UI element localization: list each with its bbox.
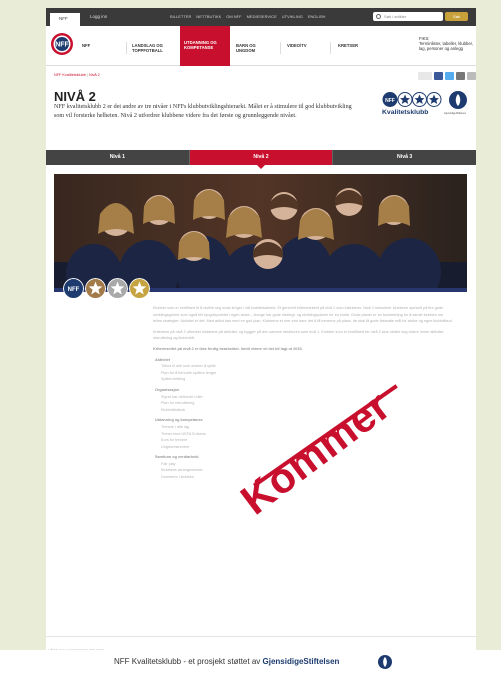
nav-item-kretser[interactable]: KRETSER [338, 43, 358, 48]
nav-divider [280, 42, 281, 54]
list-item: Plan for rekruttering [161, 401, 195, 406]
hero-photo [54, 174, 467, 290]
utility-link[interactable]: UTVIKLING [282, 14, 303, 19]
page-title: NIVÅ 2 [54, 89, 96, 104]
breadcrumb: NFF Kvalitetsklubb | Nivå 2 [54, 73, 100, 77]
nff-badge-icon: NFF [63, 278, 84, 299]
footer-text: NFF Kvalitetsklubb - et prosjekt støttet… [114, 657, 339, 666]
search-placeholder: Søk i artikler [384, 14, 407, 19]
nav-item-nff[interactable]: NFF [82, 43, 90, 48]
main-navigation: NFF NFF LANDSLAG OG TOPPFOTBALL UTDANNIN… [46, 26, 476, 66]
criteria-section: Aktivitet Tilbud til alle som ønsker å s… [155, 357, 453, 383]
page-container: NFF Logg inn BILLETTER NETTBUTIKK OM NFF… [46, 8, 477, 665]
section-title: Utdanning og kompetanse [155, 418, 203, 423]
breadcrumb-item[interactable]: NFF Kvalitetsklubb [54, 73, 86, 77]
footer-sponsor[interactable]: GjensidigeStiftelsen [263, 657, 340, 666]
nav-item-video[interactable]: VIDEO/TV [287, 43, 307, 48]
home-tab[interactable]: NFF [50, 13, 80, 26]
criteria-section: Organisasjon Styret har definerte roller… [155, 387, 453, 413]
utility-link[interactable]: NETTBUTIKK [196, 14, 221, 19]
breadcrumb-item: Nivå 2 [88, 73, 100, 77]
utility-link[interactable]: OM NFF [226, 14, 241, 19]
page-intro: NFF kvalitetsklubb 2 er det andre av tre… [54, 104, 352, 119]
twitter-icon[interactable] [445, 72, 454, 80]
nav-divider [330, 42, 331, 54]
list-item: Plan for å beholde spillere lenger [161, 370, 217, 375]
share-icons [418, 72, 476, 80]
nav-item-barn[interactable]: BARN OG UNGDOM [236, 43, 272, 53]
star-badge-icon [85, 278, 106, 299]
utility-link[interactable]: MEDIESERVICE [247, 14, 277, 19]
list-item: Spillerutvikling [161, 377, 186, 382]
star-badge-icon [107, 278, 128, 299]
home-tab-label: NFF [59, 16, 68, 21]
star-badge-icon [129, 278, 150, 299]
nav-item-utdanning[interactable]: UTDANNING OG KOMPETANSE [180, 26, 230, 66]
footer: NFF Kvalitetsklubb - et prosjekt støttet… [0, 650, 501, 673]
utility-link[interactable]: ENGLISH [308, 14, 326, 19]
kvalitetsklubb-stars-icon: NFF [382, 92, 442, 107]
tab-niva-1[interactable]: Nivå 1 [46, 150, 189, 165]
list-item: Styret har definerte roller [161, 394, 203, 399]
section-title: Organisasjon [155, 387, 180, 392]
svg-text:NFF: NFF [385, 98, 395, 104]
print-icon[interactable] [418, 72, 432, 80]
nav-item-landslag[interactable]: LANDSLAG OG TOPPFOTBALL [132, 43, 176, 53]
email-icon[interactable] [456, 72, 465, 80]
list-item: Klubbhåndbok [161, 407, 186, 412]
criteria-heading: Kriteriesettet på nivå 2 er ikke ferdig … [153, 346, 303, 351]
fiks-text: Terminlister, tabeller, klubber, lag, pe… [419, 41, 473, 51]
partners-divider [46, 636, 476, 637]
list-item: Tilbud til alle som ønsker å spille [161, 364, 216, 369]
facebook-icon[interactable] [434, 72, 443, 80]
login-link[interactable]: Logg inn [90, 14, 107, 19]
star-badges: NFF [63, 278, 150, 299]
content-paragraph: Kriteriene på nivå 2 utfordrer klubbene … [153, 329, 445, 341]
svg-text:NFF: NFF [68, 287, 80, 293]
gjensidige-logo-icon [378, 655, 392, 669]
utility-links: BILLETTER NETTBUTIKK OM NFF MEDIESERVICE… [170, 14, 325, 19]
nav-divider [126, 42, 127, 54]
sponsor-text: GjensidigeStiftelsen [444, 112, 467, 115]
content-paragraph: Klubber som er sertifisert til å utvikle… [153, 306, 453, 324]
search-icon [376, 14, 381, 19]
kvalitetsklubb-label: Kvalitetsklubb [382, 109, 429, 116]
search-button[interactable]: Søk [445, 12, 468, 21]
tab-niva-2[interactable]: Nivå 2 [188, 150, 333, 169]
nff-logo[interactable]: NFF [50, 32, 74, 56]
fiks-link[interactable]: FIKS: Terminlister, tabeller, klubber, l… [419, 36, 474, 51]
gjensidige-logo-icon [449, 91, 467, 109]
search-input[interactable]: Søk i artikler [373, 12, 443, 21]
svg-text:NFF: NFF [55, 42, 69, 49]
more-icon[interactable] [467, 72, 476, 80]
footer-text-main: NFF Kvalitetsklubb - et prosjekt støttet… [114, 657, 261, 666]
level-tabs: Nivå 1 Nivå 2 Nivå 3 [46, 150, 477, 169]
utility-link[interactable]: BILLETTER [170, 14, 191, 19]
section-title: Aktivitet [155, 357, 170, 362]
tab-niva-3[interactable]: Nivå 3 [332, 150, 477, 165]
top-utility-bar: NFF Logg inn BILLETTER NETTBUTIKK OM NFF… [46, 8, 476, 26]
